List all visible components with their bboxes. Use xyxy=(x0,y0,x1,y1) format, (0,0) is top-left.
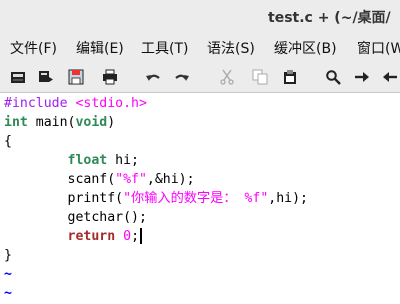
find-prev-icon xyxy=(383,72,397,82)
code-text: ,&hi); xyxy=(146,172,195,187)
code-line: { xyxy=(4,134,12,149)
empty-line-marker: ~ xyxy=(4,267,12,282)
menu-tools[interactable]: 工具(T) xyxy=(141,38,188,58)
code-text: ,hi); xyxy=(268,191,308,206)
code-line: float hi; xyxy=(4,151,139,171)
redo-button[interactable] xyxy=(172,67,192,87)
type-keyword: void xyxy=(75,115,108,130)
header-name: <stdio.h> xyxy=(75,96,147,111)
number-literal: 0 xyxy=(123,229,132,244)
code-text: scanf( xyxy=(4,172,116,187)
cut-icon xyxy=(220,69,234,85)
code-line: getchar(); xyxy=(4,210,147,225)
code-line: } xyxy=(4,248,12,263)
paste-button[interactable] xyxy=(280,67,300,87)
copy-icon xyxy=(252,69,268,85)
code-line: #include <stdio.h> xyxy=(4,94,147,114)
find-icon xyxy=(326,70,341,85)
find-next-button[interactable] xyxy=(352,67,372,87)
empty-line-marker: ~ xyxy=(4,286,12,301)
undo-icon xyxy=(146,74,160,81)
print-button[interactable] xyxy=(100,67,120,87)
text-cursor xyxy=(140,228,143,244)
menu-buffers[interactable]: 缓冲区(B) xyxy=(274,38,337,58)
cut-button[interactable] xyxy=(217,67,237,87)
menu-edit[interactable]: 编辑(E) xyxy=(76,38,124,58)
string-literal: "%f" xyxy=(115,172,147,187)
load-session-button[interactable] xyxy=(36,67,56,87)
code-text: printf( xyxy=(4,191,124,206)
open-button[interactable] xyxy=(8,67,28,87)
paste-icon xyxy=(284,70,296,84)
code-text: hi; xyxy=(107,153,139,168)
type-keyword: int xyxy=(4,115,28,130)
menu-bar: 文件(F) 编辑(E) 工具(T) 语法(S) 缓冲区(B) 窗口(W xyxy=(0,32,400,62)
code-text: main( xyxy=(27,115,76,130)
find-next-icon xyxy=(355,72,369,82)
load-session-icon xyxy=(39,71,53,82)
code-line: printf("你输入的数字是： %f",hi); xyxy=(4,189,308,209)
code-text: ; xyxy=(131,229,140,244)
code-editor[interactable]: #include <stdio.h> int main(void) { floa… xyxy=(0,93,400,301)
copy-button[interactable] xyxy=(250,67,270,87)
code-text: ) xyxy=(107,115,116,130)
print-icon xyxy=(103,69,117,85)
open-icon xyxy=(11,72,25,83)
code-line: return 0; xyxy=(4,227,143,247)
find-prev-button[interactable] xyxy=(380,67,400,87)
code-line: int main(void) xyxy=(4,113,115,133)
return-keyword: return xyxy=(67,229,116,244)
toolbar xyxy=(0,62,400,93)
menu-file[interactable]: 文件(F) xyxy=(10,38,57,58)
preproc-include: #include xyxy=(4,96,76,111)
code-line: scanf("%f",&hi); xyxy=(4,170,195,190)
save-button[interactable] xyxy=(66,67,86,87)
menu-syntax[interactable]: 语法(S) xyxy=(207,38,255,58)
window-title: test.c + (~/桌面/ xyxy=(268,10,391,26)
find-button[interactable] xyxy=(323,67,343,87)
type-keyword: float xyxy=(67,153,108,168)
menu-window[interactable]: 窗口(W xyxy=(357,38,400,58)
window-titlebar: test.c + (~/桌面/ xyxy=(0,0,400,32)
save-icon xyxy=(68,69,84,85)
redo-icon xyxy=(175,74,189,81)
string-literal: "你输入的数字是： %f" xyxy=(123,191,269,206)
undo-button[interactable] xyxy=(143,67,163,87)
